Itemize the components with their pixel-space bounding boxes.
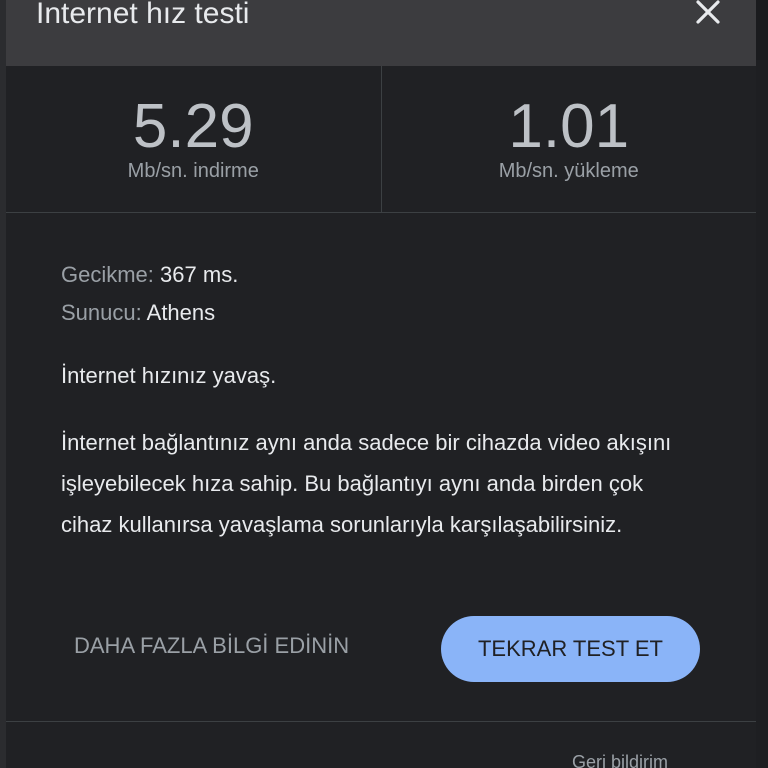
retest-button[interactable]: TEKRAR TEST ET (441, 616, 700, 682)
server-value: Athens (146, 300, 216, 325)
latency-value: 367 ms. (160, 262, 239, 287)
dialog-title: İnternet hız testi (36, 0, 250, 30)
download-speed-value: 5.29 (132, 92, 254, 161)
latency-row: Gecikme: 367 ms. (61, 256, 721, 294)
server-row: Sunucu: Athens (61, 294, 721, 332)
feedback-link[interactable]: Geri bildirim (572, 752, 668, 768)
learn-more-link[interactable]: DAHA FAZLA BİLGİ EDİNİN (74, 627, 349, 665)
close-button[interactable] (688, 0, 728, 32)
upload-speed-value: 1.01 (508, 92, 630, 161)
speed-test-dialog: İnternet hız testi 5.29 Mb/sn. indirme 1… (6, 0, 756, 768)
upload-speed-unit: Mb/sn. yükleme (498, 160, 639, 182)
latency-label: Gecikme: (61, 262, 154, 287)
download-speed-unit: Mb/sn. indirme (127, 160, 259, 182)
speed-verdict: İnternet hızınız yavaş. (61, 363, 277, 388)
close-icon (696, 0, 720, 24)
dialog-footer: Geri bildirim (6, 721, 756, 768)
upload-result: 1.01 Mb/sn. yükleme (382, 66, 757, 212)
dialog-titlebar: İnternet hız testi (6, 0, 756, 66)
background-edge-right (756, 60, 768, 768)
server-label: Sunucu: (61, 300, 142, 325)
download-result: 5.29 Mb/sn. indirme (6, 66, 382, 212)
speed-description: İnternet bağlantınız aynı anda sadece bi… (61, 430, 672, 537)
speed-results: 5.29 Mb/sn. indirme 1.01 Mb/sn. yükleme (6, 66, 756, 213)
connection-info: Gecikme: 367 ms. Sunucu: Athens (61, 256, 721, 332)
screen: İnternet hız testi 5.29 Mb/sn. indirme 1… (0, 0, 768, 768)
